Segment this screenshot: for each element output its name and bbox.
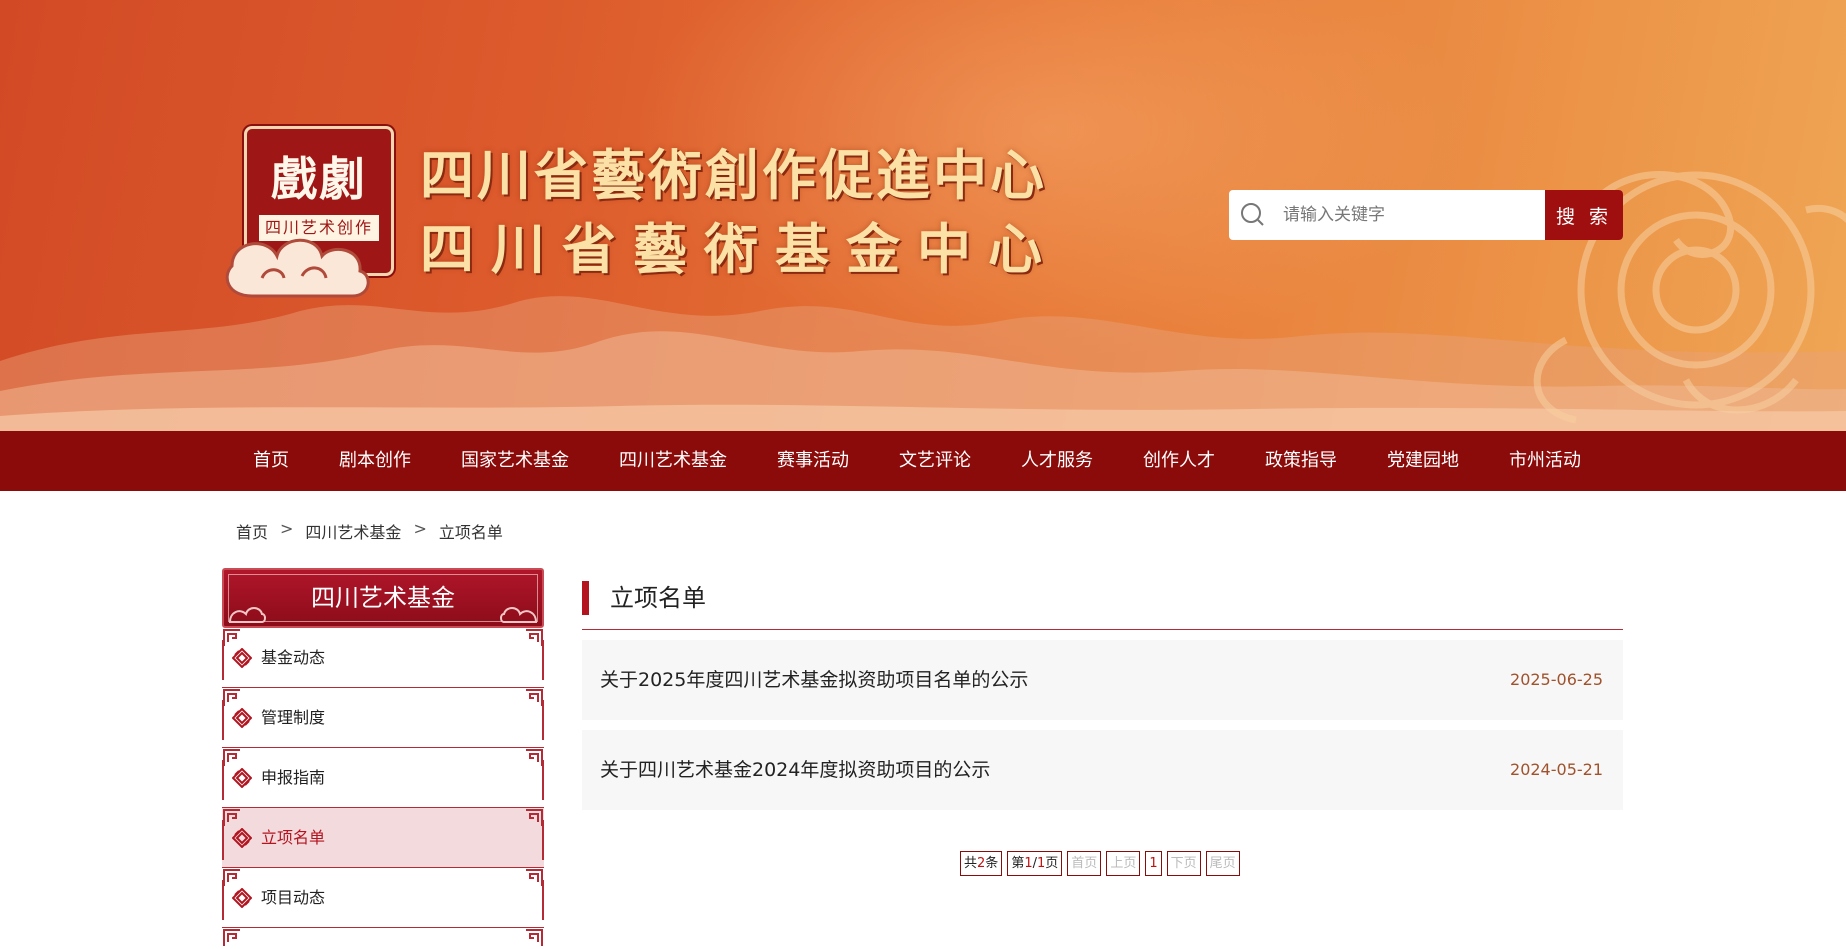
total-prefix: 共 xyxy=(964,856,978,871)
nav-item-sichuan-fund[interactable]: 四川艺术基金 xyxy=(594,431,752,491)
brand-title: 四川省藝術創作促進中心 四川省藝術基金中心 xyxy=(420,138,1100,286)
sidebar-item-fund-news[interactable]: 基金动态 xyxy=(222,628,544,688)
pagination-page-info: 第1/1页 xyxy=(1007,851,1063,876)
nav-item-national-fund[interactable]: 国家艺术基金 xyxy=(436,431,594,491)
sidebar-item-label: 项目动态 xyxy=(261,888,326,907)
search-icon xyxy=(1229,190,1279,240)
article-date: 2025-06-25 xyxy=(1510,670,1603,689)
sidebar-item-label: 立项名单 xyxy=(261,828,326,847)
pagination-prev[interactable]: 上页 xyxy=(1106,851,1141,876)
sidebar-item-label: 申报指南 xyxy=(261,768,326,787)
breadcrumb-current[interactable]: 立项名单 xyxy=(439,519,503,543)
pagination-current-page[interactable]: 1 xyxy=(1145,851,1162,876)
main-nav: 首页 剧本创作 国家艺术基金 四川艺术基金 赛事活动 文艺评论 人才服务 创作人… xyxy=(0,431,1846,491)
section-title-bar xyxy=(582,581,589,615)
list-item[interactable]: 关于四川艺术基金2024年度拟资助项目的公示 2024-05-21 xyxy=(582,730,1623,810)
corner-ornament-icon xyxy=(526,629,543,646)
header-banner: 戲劇 四川艺术创作 四川省藝術創作促進中心 四川省藝術基金中心 搜 索 xyxy=(0,0,1846,431)
corner-ornament-icon xyxy=(223,869,240,886)
nav-item-creators[interactable]: 创作人才 xyxy=(1118,431,1240,491)
nav-item-city[interactable]: 市州活动 xyxy=(1484,431,1606,491)
pagination-first[interactable]: 首页 xyxy=(1067,851,1102,876)
article-date: 2024-05-21 xyxy=(1510,760,1603,779)
pagination-total: 共2条 xyxy=(960,851,1003,876)
seal-title: 戲劇 xyxy=(271,152,367,206)
corner-ornament-icon xyxy=(526,809,543,826)
breadcrumb-home[interactable]: 首页 xyxy=(236,519,268,543)
search-button[interactable]: 搜 索 xyxy=(1545,190,1623,240)
sidebar-item-approved-list[interactable]: 立项名单 xyxy=(222,808,544,868)
breadcrumb-separator: > xyxy=(413,519,427,538)
sidebar-item-partial xyxy=(222,928,544,949)
corner-ornament-icon xyxy=(526,689,543,706)
total-suffix: 条 xyxy=(985,856,999,871)
corner-ornament-icon xyxy=(223,629,240,646)
search-input[interactable] xyxy=(1279,190,1545,240)
nav-item-party[interactable]: 党建园地 xyxy=(1362,431,1484,491)
brand-line-2: 四川省藝術基金中心 xyxy=(420,217,1059,281)
sidebar: 四川艺术基金 基金动态 管理制度 申报指南 立项名单 项目动态 xyxy=(222,568,544,949)
breadcrumb: 首页 > 四川艺术基金 > 立项名单 xyxy=(236,519,515,543)
corner-ornament-icon xyxy=(223,689,240,706)
nav-item-talent-service[interactable]: 人才服务 xyxy=(996,431,1118,491)
brand-line-1: 四川省藝術創作促進中心 xyxy=(420,143,1047,207)
nav-list: 首页 剧本创作 国家艺术基金 四川艺术基金 赛事活动 文艺评论 人才服务 创作人… xyxy=(228,431,1606,491)
list-item[interactable]: 关于2025年度四川艺术基金拟资助项目名单的公示 2025-06-25 xyxy=(582,640,1623,720)
corner-ornament-icon xyxy=(223,929,240,946)
floral-ornament xyxy=(1533,171,1846,424)
logo-seal: 戲劇 四川艺术创作 xyxy=(222,122,408,306)
corner-ornament-icon xyxy=(223,809,240,826)
page-prefix: 第 xyxy=(1011,856,1025,871)
corner-ornament-icon xyxy=(526,749,543,766)
pagination-next[interactable]: 下页 xyxy=(1166,851,1201,876)
cloud-icon xyxy=(225,238,370,298)
article-title[interactable]: 关于2025年度四川艺术基金拟资助项目名单的公示 xyxy=(600,640,1028,720)
nav-item-home[interactable]: 首页 xyxy=(228,431,314,491)
article-title[interactable]: 关于四川艺术基金2024年度拟资助项目的公示 xyxy=(600,730,990,810)
nav-item-policy[interactable]: 政策指导 xyxy=(1240,431,1362,491)
nav-item-script[interactable]: 剧本创作 xyxy=(314,431,436,491)
search-box: 搜 索 xyxy=(1229,190,1623,240)
corner-ornament-icon xyxy=(223,749,240,766)
knot-icon xyxy=(232,708,252,728)
knot-icon xyxy=(232,768,252,788)
sidebar-item-guide[interactable]: 申报指南 xyxy=(222,748,544,808)
breadcrumb-separator: > xyxy=(280,519,294,538)
section-title: 立项名单 xyxy=(582,580,1623,630)
main-content: 立项名单 关于2025年度四川艺术基金拟资助项目名单的公示 2025-06-25… xyxy=(582,580,1623,810)
pagination: 共2条 第1/1页 首页 上页 1 下页 尾页 xyxy=(960,851,1240,876)
sidebar-title: 四川艺术基金 xyxy=(311,584,455,612)
nav-item-events[interactable]: 赛事活动 xyxy=(752,431,874,491)
corner-ornament-icon xyxy=(526,869,543,886)
nav-item-reviews[interactable]: 文艺评论 xyxy=(874,431,996,491)
section-title-text: 立项名单 xyxy=(610,584,706,612)
sidebar-header: 四川艺术基金 xyxy=(222,568,544,628)
knot-icon xyxy=(232,888,252,908)
pagination-last[interactable]: 尾页 xyxy=(1205,851,1240,876)
sidebar-item-project-news[interactable]: 项目动态 xyxy=(222,868,544,928)
knot-icon xyxy=(232,828,252,848)
page-current: 1 xyxy=(1024,856,1033,871)
sidebar-item-rules[interactable]: 管理制度 xyxy=(222,688,544,748)
sidebar-item-label: 基金动态 xyxy=(261,648,326,667)
knot-icon xyxy=(232,648,252,668)
breadcrumb-fund[interactable]: 四川艺术基金 xyxy=(305,519,401,543)
page-suffix: 页 xyxy=(1045,856,1059,871)
corner-ornament-icon xyxy=(526,929,543,946)
sidebar-item-label: 管理制度 xyxy=(261,708,326,727)
